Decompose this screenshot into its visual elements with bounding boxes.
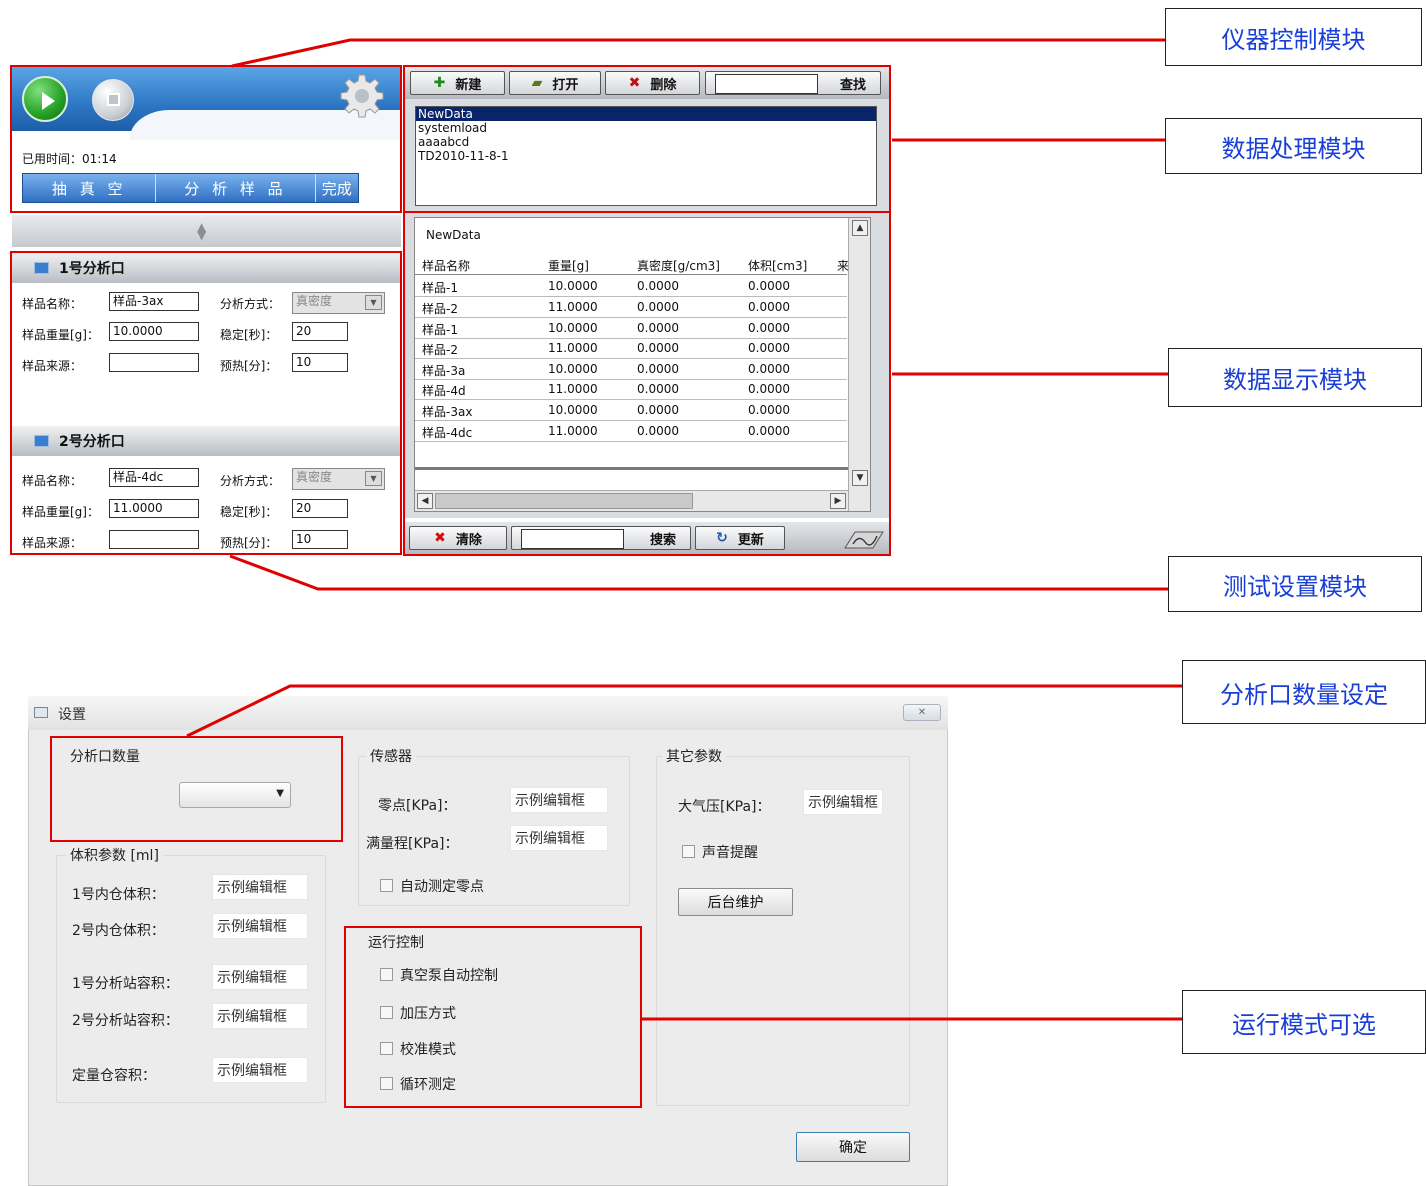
settings-title: 设置 bbox=[58, 707, 86, 723]
auto-zero-checkbox[interactable] bbox=[380, 879, 393, 892]
annotation-box-run-mode bbox=[344, 926, 642, 1108]
annotation-box-test-settings bbox=[10, 251, 402, 555]
expand-collapse-icon[interactable]: ▲ ▼ bbox=[197, 221, 206, 241]
volume-label: 定量仓容积： bbox=[72, 1068, 156, 1084]
ok-button[interactable]: 确定 bbox=[796, 1132, 910, 1162]
volume-field[interactable]: 示例编辑框 bbox=[212, 913, 308, 939]
settings-titlebar: 设置 ✕ bbox=[28, 696, 948, 730]
atm-label: 大气压[KPa]： bbox=[678, 799, 771, 815]
annotation-box-data-processing bbox=[403, 65, 891, 213]
zero-field[interactable]: 示例编辑框 bbox=[510, 787, 608, 813]
volume-title: 体积参数 [ml] bbox=[66, 845, 163, 865]
callout-instrument-control: 仪器控制模块 bbox=[1165, 8, 1422, 66]
other-title: 其它参数 bbox=[662, 746, 726, 766]
volume-field[interactable]: 示例编辑框 bbox=[212, 874, 308, 900]
volume-field[interactable]: 示例编辑框 bbox=[212, 1003, 308, 1029]
volume-label: 2号内仓体积： bbox=[72, 923, 165, 939]
callout-port-count: 分析口数量设定 bbox=[1182, 660, 1426, 724]
window-icon bbox=[34, 707, 48, 718]
range-label: 满量程[KPa]： bbox=[366, 836, 459, 852]
annotation-box-data-display bbox=[403, 211, 891, 556]
volume-label: 1号分析站容积： bbox=[72, 976, 179, 992]
maintenance-button[interactable]: 后台维护 bbox=[678, 888, 793, 916]
annotation-box-instrument bbox=[10, 65, 402, 213]
callout-test-settings: 测试设置模块 bbox=[1168, 556, 1422, 612]
collapse-strip[interactable]: ▲ ▼ bbox=[12, 215, 401, 247]
volume-field[interactable]: 示例编辑框 bbox=[212, 964, 308, 990]
volume-label: 2号分析站容积： bbox=[72, 1013, 179, 1029]
sound-checkbox[interactable] bbox=[682, 845, 695, 858]
atm-field[interactable]: 示例编辑框 bbox=[803, 789, 883, 815]
sensor-title: 传感器 bbox=[366, 746, 416, 766]
auto-zero-label: 自动测定零点 bbox=[400, 879, 484, 895]
callout-data-processing: 数据处理模块 bbox=[1165, 118, 1422, 174]
annotation-box-port-count bbox=[50, 736, 343, 842]
callout-run-mode: 运行模式可选 bbox=[1182, 990, 1426, 1054]
volume-label: 1号内仓体积： bbox=[72, 887, 165, 903]
zero-label: 零点[KPa]： bbox=[378, 798, 457, 814]
close-icon[interactable]: ✕ bbox=[903, 704, 941, 721]
volume-field[interactable]: 示例编辑框 bbox=[212, 1057, 308, 1083]
range-field[interactable]: 示例编辑框 bbox=[510, 825, 608, 851]
callout-data-display: 数据显示模块 bbox=[1168, 348, 1422, 407]
sound-label: 声音提醒 bbox=[702, 845, 758, 861]
